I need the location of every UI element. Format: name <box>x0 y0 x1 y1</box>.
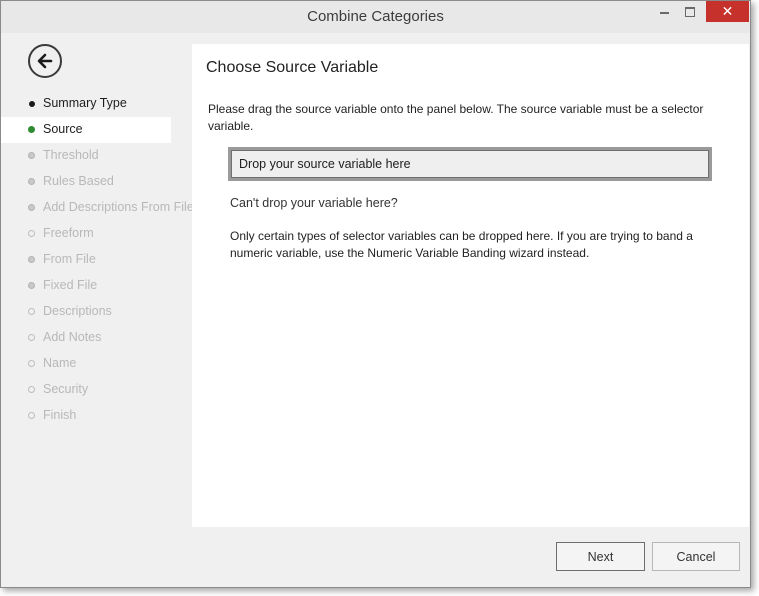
close-button[interactable]: ✕ <box>706 1 749 22</box>
step-add-descriptions-from-file: Add Descriptions From File <box>1 195 194 221</box>
step-threshold: Threshold <box>1 143 192 169</box>
wizard-window: Combine Categories ✕ Summary Type Source <box>0 0 751 588</box>
step-finish: Finish <box>1 403 192 429</box>
step-descriptions: Descriptions <box>1 299 192 325</box>
step-source[interactable]: Source <box>1 117 171 143</box>
step-label: Add Descriptions From File <box>43 200 194 214</box>
step-label: Freeform <box>43 226 94 240</box>
step-label: Threshold <box>43 148 99 162</box>
step-done-dot-icon <box>29 101 35 107</box>
help-title: Can't drop your variable here? <box>230 196 398 210</box>
step-label: Finish <box>43 408 77 422</box>
step-label: Rules Based <box>43 174 114 188</box>
step-pending-dot-icon <box>28 178 35 185</box>
back-button[interactable] <box>28 44 62 78</box>
step-fixed-file: Fixed File <box>1 273 192 299</box>
maximize-button[interactable] <box>677 1 703 22</box>
minimize-button[interactable] <box>651 1 677 22</box>
steps-list: Summary Type Source Threshold Rules Base… <box>1 91 194 429</box>
title-bar[interactable]: Combine Categories ✕ <box>1 1 750 33</box>
minimize-icon <box>659 11 669 14</box>
step-future-ring-icon <box>28 308 35 315</box>
close-icon: ✕ <box>721 3 734 19</box>
step-future-ring-icon <box>28 230 35 237</box>
step-label: Source <box>43 122 83 136</box>
step-from-file: From File <box>1 247 192 273</box>
window-title: Combine Categories <box>307 8 444 25</box>
step-rules-based: Rules Based <box>1 169 192 195</box>
step-future-ring-icon <box>28 360 35 367</box>
step-label: Descriptions <box>43 304 112 318</box>
instructions-text: Please drag the source variable onto the… <box>208 102 704 133</box>
cancel-button[interactable]: Cancel <box>652 542 740 571</box>
step-label: Fixed File <box>43 278 98 292</box>
step-pending-dot-icon <box>28 256 35 263</box>
step-content-panel: Choose Source Variable Please drag the s… <box>192 44 749 527</box>
step-label: Summary Type <box>43 96 127 110</box>
step-future-ring-icon <box>28 386 35 393</box>
step-label: Security <box>43 382 89 396</box>
help-text: Only certain types of selector variables… <box>230 229 693 260</box>
step-pending-dot-icon <box>28 152 35 159</box>
step-security: Security <box>1 377 192 403</box>
back-arrow-icon <box>37 53 53 69</box>
maximize-icon <box>685 6 695 17</box>
source-variable-dropzone[interactable]: Drop your source variable here <box>228 147 712 181</box>
step-name: Name <box>1 351 192 377</box>
step-label: Add Notes <box>43 330 102 344</box>
step-add-notes: Add Notes <box>1 325 192 351</box>
step-pending-dot-icon <box>28 282 35 289</box>
step-future-ring-icon <box>28 334 35 341</box>
step-label: From File <box>43 252 96 266</box>
dropzone-placeholder: Drop your source variable here <box>231 150 709 178</box>
step-future-ring-icon <box>28 412 35 419</box>
step-freeform: Freeform <box>1 221 192 247</box>
wizard-steps-sidebar: Summary Type Source Threshold Rules Base… <box>1 33 194 587</box>
next-button[interactable]: Next <box>556 542 645 571</box>
step-label: Name <box>43 356 77 370</box>
step-active-dot-icon <box>28 126 35 133</box>
step-pending-dot-icon <box>28 204 35 211</box>
step-summary-type[interactable]: Summary Type <box>1 91 192 117</box>
page-title: Choose Source Variable <box>206 59 379 76</box>
